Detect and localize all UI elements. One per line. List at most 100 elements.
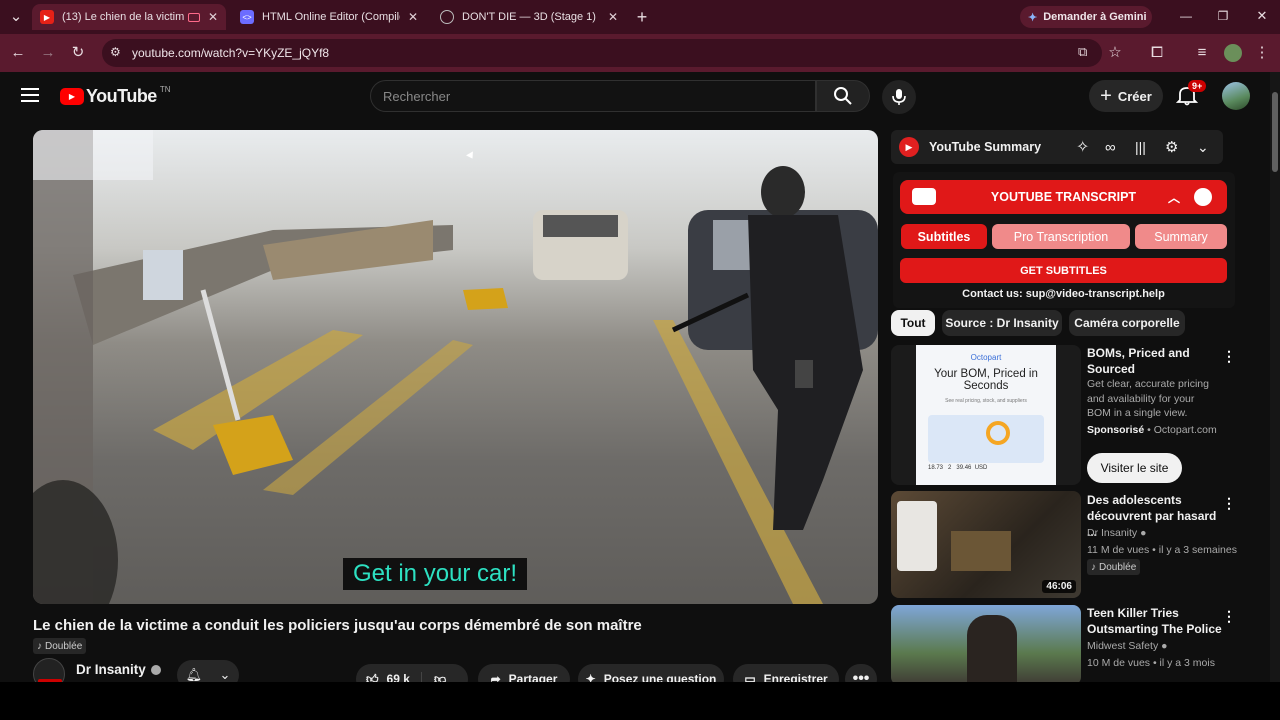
taskbar bbox=[0, 682, 1280, 720]
ad-subline: See real pricing, stock, and suppliers bbox=[945, 398, 1027, 404]
subtitles-tab[interactable]: Subtitles bbox=[901, 224, 987, 249]
hamburger-menu-icon[interactable] bbox=[21, 88, 39, 102]
summary-tab[interactable]: Summary bbox=[1135, 224, 1227, 249]
verified-icon: ● bbox=[1140, 527, 1147, 539]
youtube-logo[interactable]: ▶ YouTube TN bbox=[60, 85, 171, 107]
plus-icon: + bbox=[1100, 84, 1112, 107]
extensions-icon[interactable]: ⧠ bbox=[1147, 43, 1167, 63]
verified-icon: ● bbox=[1161, 640, 1168, 652]
summary-title: YouTube Summary bbox=[929, 140, 1042, 154]
chevron-up-icon[interactable]: ︿ bbox=[1168, 189, 1180, 206]
channel-name[interactable]: Dr Insanity bbox=[76, 662, 161, 677]
tab-dont-die[interactable]: DON'T DIE — 3D (Stage 1) ✕ bbox=[432, 4, 626, 30]
rec-title[interactable]: Teen Killer Tries Outsmarting The Police bbox=[1087, 605, 1222, 637]
tab-title: DON'T DIE — 3D (Stage 1) bbox=[462, 11, 596, 23]
close-tab-icon[interactable]: ✕ bbox=[208, 10, 218, 24]
close-window-icon[interactable]: ✕ bbox=[1252, 6, 1272, 26]
search-input[interactable]: Rechercher bbox=[370, 80, 816, 112]
rec-channel[interactable]: Dr Insanity ● bbox=[1087, 525, 1146, 542]
audio-wave-icon[interactable]: ||| bbox=[1135, 139, 1146, 155]
create-button[interactable]: + Créer bbox=[1089, 80, 1163, 112]
ad-thumbnail[interactable]: Octopart Your BOM, Priced in Seconds See… bbox=[891, 345, 1081, 485]
more-actions-button[interactable]: ••• bbox=[845, 664, 877, 682]
code-favicon-icon: <> bbox=[240, 10, 254, 24]
chevron-down-icon: ⌄ bbox=[219, 667, 231, 682]
like-button[interactable]: 👍︎ 69 k bbox=[356, 671, 422, 682]
get-subtitles-button[interactable]: GET SUBTITLES bbox=[900, 258, 1227, 283]
subscribe-bell-button[interactable]: 🔔︎ ⌄ bbox=[177, 660, 239, 682]
visit-site-button[interactable]: Visiter le site bbox=[1087, 453, 1182, 483]
url-field[interactable]: ⚙ youtube.com/watch?v=YKyZE_jQYf8 ⧉ bbox=[102, 39, 1102, 67]
tab-title: (13) Le chien de la victime a bbox=[62, 11, 184, 23]
ai-sparkle-icon[interactable]: ✧ bbox=[1076, 137, 1089, 157]
rec-meta: 10 M de vues • il y a 3 mois bbox=[1087, 657, 1215, 669]
transcript-logo-icon bbox=[912, 188, 936, 205]
account-avatar[interactable] bbox=[1222, 82, 1250, 110]
back-icon[interactable]: ← bbox=[8, 43, 28, 63]
install-app-icon[interactable]: ⧉ bbox=[1078, 44, 1087, 60]
media-control-icon[interactable]: ≡ bbox=[1192, 43, 1212, 63]
dub-icon: ♪ bbox=[37, 640, 42, 652]
page-scrollbar[interactable] bbox=[1270, 72, 1280, 682]
close-tab-icon[interactable]: ✕ bbox=[408, 10, 418, 24]
url-text: youtube.com/watch?v=YKyZE_jQYf8 bbox=[132, 46, 330, 60]
ask-button[interactable]: ✦ Posez une question bbox=[578, 664, 724, 682]
youtube-play-icon: ▶ bbox=[60, 88, 84, 105]
share-icon: ➦ bbox=[490, 672, 501, 682]
dislike-button[interactable]: 👎︎ bbox=[422, 672, 446, 683]
ad-domain: Octopart.com bbox=[1153, 424, 1217, 436]
ad-title[interactable]: BOMs, Priced and Sourced bbox=[1087, 345, 1212, 377]
channel-avatar[interactable] bbox=[33, 658, 65, 682]
maximize-icon[interactable]: ❐ bbox=[1213, 6, 1233, 26]
forward-icon[interactable]: → bbox=[38, 43, 58, 63]
sponsored-label: Sponsorisé bbox=[1087, 424, 1145, 436]
chip-all[interactable]: Tout bbox=[891, 310, 935, 336]
search-button[interactable] bbox=[816, 80, 870, 112]
settings-gear-icon[interactable]: ⚙ bbox=[1165, 138, 1178, 156]
notification-badge: 9+ bbox=[1188, 80, 1207, 92]
sparkle-icon: ✦ bbox=[585, 672, 596, 682]
rec-menu-icon[interactable]: ⋮ bbox=[1222, 495, 1236, 512]
voice-search-button[interactable] bbox=[882, 80, 916, 114]
video-frame-scene bbox=[33, 130, 878, 604]
glasses-icon[interactable]: ∞ bbox=[1105, 139, 1116, 156]
dubbed-badge: ♪ Doublée bbox=[33, 638, 87, 654]
video-player[interactable]: Get in your car! bbox=[33, 130, 878, 604]
gemini-button[interactable]: ✦ Demander à Gemini bbox=[1020, 6, 1152, 28]
pro-transcription-tab[interactable]: Pro Transcription bbox=[992, 224, 1130, 249]
tab-html-editor[interactable]: <> HTML Online Editor (Compiler, ✕ bbox=[232, 4, 426, 30]
channel-label: Dr Insanity bbox=[76, 662, 146, 677]
youtube-wordmark: YouTube bbox=[86, 86, 157, 106]
tab-youtube[interactable]: ▶ (13) Le chien de la victime a ✕ bbox=[32, 4, 226, 30]
site-info-icon[interactable]: ⚙ bbox=[110, 45, 121, 59]
reload-icon[interactable]: ↻ bbox=[68, 43, 88, 63]
chip-source[interactable]: Source : Dr Insanity bbox=[942, 310, 1062, 336]
ad-brand: Octopart bbox=[970, 353, 1002, 362]
bookmark-star-icon[interactable]: ☆ bbox=[1105, 43, 1125, 63]
like-dislike-group: 👍︎ 69 k 👎︎ bbox=[356, 664, 468, 682]
rec-thumbnail[interactable]: 46:06 bbox=[891, 491, 1081, 598]
profile-avatar[interactable] bbox=[1224, 44, 1242, 62]
close-tab-icon[interactable]: ✕ bbox=[608, 10, 618, 24]
notifications-button[interactable]: 9+ bbox=[1175, 80, 1207, 108]
search-placeholder: Rechercher bbox=[383, 89, 451, 104]
user-avatar-icon[interactable] bbox=[1194, 188, 1212, 206]
share-button[interactable]: ➦ Partager bbox=[478, 664, 570, 682]
ad-menu-icon[interactable]: ⋮ bbox=[1222, 348, 1236, 365]
tab-list-icon[interactable]: ⌄ bbox=[6, 7, 26, 27]
chevron-down-icon[interactable]: ⌄ bbox=[1197, 139, 1209, 156]
chip-bodycam[interactable]: Caméra corporelle bbox=[1069, 310, 1185, 336]
summary-logo-icon: ▶ bbox=[899, 137, 919, 157]
dub-icon: ♪ bbox=[1091, 561, 1096, 573]
gemini-label: Demander à Gemini bbox=[1043, 11, 1147, 23]
microphone-icon bbox=[892, 89, 906, 105]
save-button[interactable]: ▭ Enregistrer bbox=[733, 664, 839, 682]
transcript-header[interactable]: YOUTUBE TRANSCRIPT ︿ bbox=[900, 180, 1227, 214]
browser-menu-icon[interactable]: ⋮ bbox=[1252, 43, 1272, 63]
rec-thumbnail[interactable] bbox=[891, 605, 1081, 682]
minimize-icon[interactable]: — bbox=[1176, 6, 1196, 26]
new-tab-button[interactable]: + bbox=[632, 7, 652, 27]
transcript-title: YOUTUBE TRANSCRIPT bbox=[990, 190, 1137, 204]
rec-menu-icon[interactable]: ⋮ bbox=[1222, 608, 1236, 625]
rec-channel[interactable]: Midwest Safety ● bbox=[1087, 638, 1167, 655]
